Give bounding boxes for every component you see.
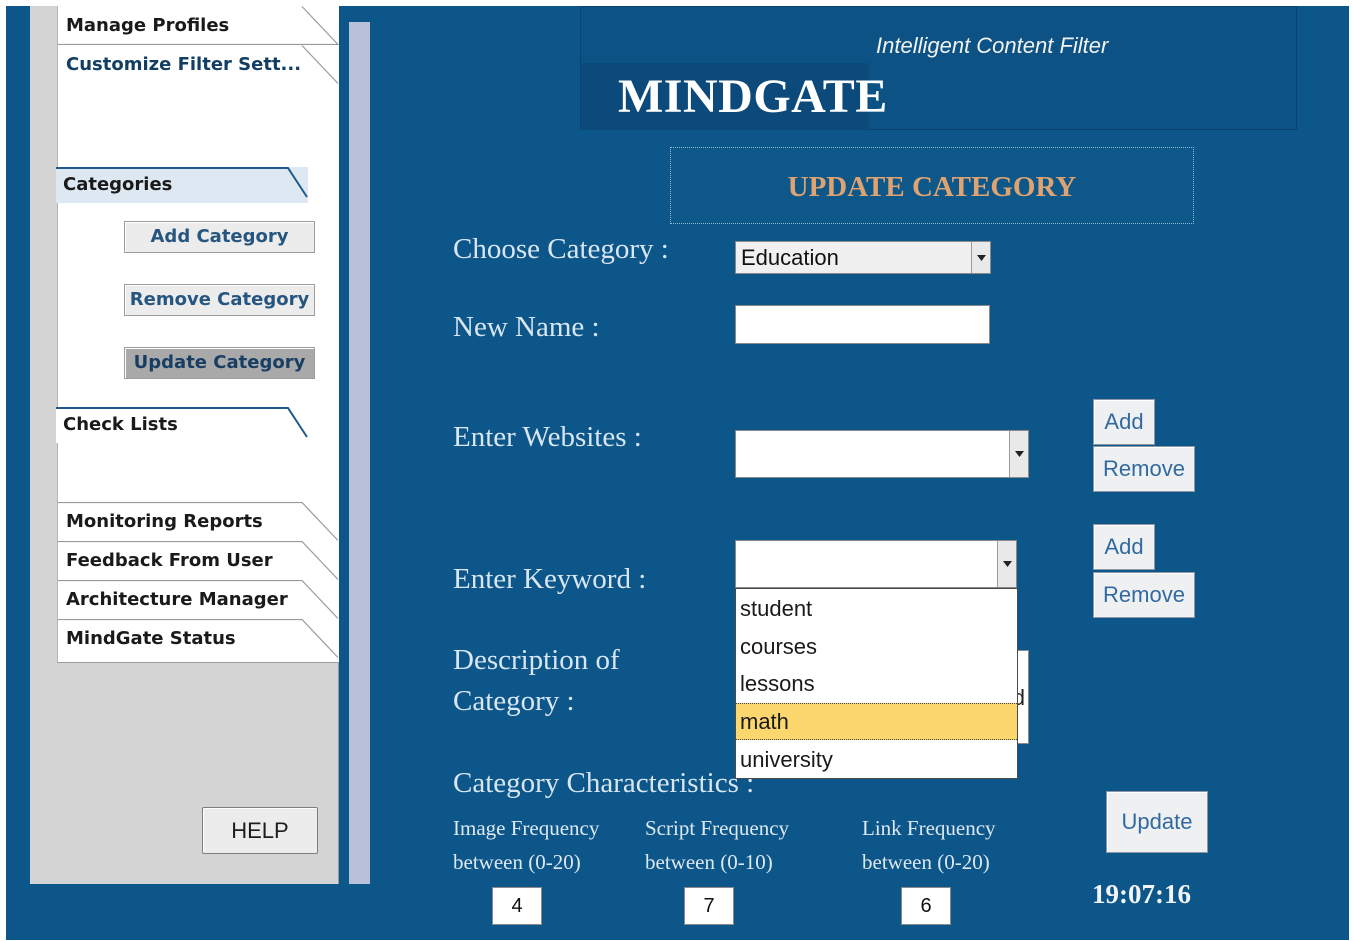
clock-display: 19:07:16 — [1092, 879, 1191, 909]
description-label-line1: Description of — [453, 644, 620, 676]
dropdown-option[interactable]: university — [736, 741, 1017, 778]
link-frequency-range: between (0-20) — [862, 850, 990, 874]
section-header-categories[interactable]: Categories — [56, 167, 308, 203]
update-category-button[interactable]: Update Category — [124, 347, 315, 379]
websites-combo[interactable] — [735, 430, 1029, 478]
websites-label: Enter Websites : — [453, 421, 642, 453]
choose-category-select[interactable]: Education — [735, 241, 991, 274]
section-header-check-lists[interactable]: Check Lists — [56, 407, 308, 443]
new-name-label: New Name : — [453, 311, 600, 343]
remove-keyword-button[interactable]: Remove — [1093, 572, 1195, 618]
page-title: UPDATE CATEGORY — [787, 171, 1077, 203]
nav-tab-label: Feedback From User — [66, 550, 273, 571]
sidebar-nav-panel: Manage Profiles Customize Filter Sett...… — [57, 6, 340, 663]
section-header-label: Check Lists — [63, 414, 178, 435]
link-frequency-input[interactable]: 6 — [901, 887, 951, 925]
nav-tab-label: Architecture Manager — [66, 589, 288, 610]
image-frequency-label: Image Frequency — [453, 816, 600, 840]
section-header-label: Categories — [63, 174, 173, 195]
new-name-input[interactable] — [735, 305, 990, 344]
remove-website-button[interactable]: Remove — [1093, 446, 1195, 492]
image-frequency-range: between (0-20) — [453, 850, 581, 874]
dropdown-option[interactable]: courses — [736, 628, 1017, 665]
help-button[interactable]: HELP — [202, 807, 318, 854]
script-frequency-range: between (0-10) — [645, 850, 773, 874]
image-frequency-input[interactable]: 4 — [492, 887, 542, 925]
script-frequency-label: Script Frequency — [645, 816, 790, 840]
keyword-combo[interactable] — [735, 540, 1017, 588]
app-title: MINDGATE — [618, 70, 888, 123]
panel-splitter[interactable] — [349, 22, 370, 884]
app-tagline: Intelligent Content Filter — [876, 33, 1109, 58]
chevron-down-icon[interactable] — [971, 242, 990, 273]
choose-category-label: Choose Category : — [453, 233, 669, 265]
chevron-down-icon[interactable] — [997, 541, 1016, 587]
header-banner: MINDGATE Intelligent Content Filter — [580, 6, 1297, 130]
nav-tab-label: Monitoring Reports — [66, 511, 263, 532]
chevron-down-icon[interactable] — [1009, 431, 1028, 477]
keyword-dropdown-list[interactable]: student courses lessons math university — [735, 588, 1018, 779]
nav-tab-manage-profiles[interactable]: Manage Profiles — [58, 6, 340, 45]
remove-category-button[interactable]: Remove Category — [124, 284, 315, 316]
choose-category-value: Education — [741, 245, 839, 270]
add-keyword-button[interactable]: Add — [1093, 524, 1155, 570]
characteristics-label: Category Characteristics : — [453, 767, 755, 799]
nav-tab-mindgate-status[interactable]: MindGate Status — [58, 619, 340, 658]
add-website-button[interactable]: Add — [1093, 399, 1155, 445]
dropdown-option-highlighted[interactable]: math — [736, 703, 1017, 740]
nav-tab-feedback-from-user[interactable]: Feedback From User — [58, 541, 340, 580]
nav-tab-label: MindGate Status — [66, 628, 236, 649]
nav-tab-customize-filter[interactable]: Customize Filter Sett... — [58, 45, 340, 84]
description-label-line2: Category : — [453, 685, 575, 717]
page-heading-box: UPDATE CATEGORY — [670, 147, 1194, 224]
add-category-button[interactable]: Add Category — [124, 221, 315, 253]
sidebar: Manage Profiles Customize Filter Sett...… — [30, 6, 340, 884]
nav-tab-label: Customize Filter Sett... — [66, 54, 302, 75]
dropdown-option[interactable]: student — [736, 590, 1017, 627]
nav-tab-architecture-manager[interactable]: Architecture Manager — [58, 580, 340, 619]
update-button[interactable]: Update — [1106, 791, 1208, 853]
dropdown-option[interactable]: lessons — [736, 665, 1017, 702]
nav-tab-label: Manage Profiles — [66, 15, 230, 36]
link-frequency-label: Link Frequency — [862, 816, 996, 840]
keyword-label: Enter Keyword : — [453, 563, 647, 595]
nav-tab-monitoring-reports[interactable]: Monitoring Reports — [58, 502, 340, 541]
script-frequency-input[interactable]: 7 — [684, 887, 734, 925]
